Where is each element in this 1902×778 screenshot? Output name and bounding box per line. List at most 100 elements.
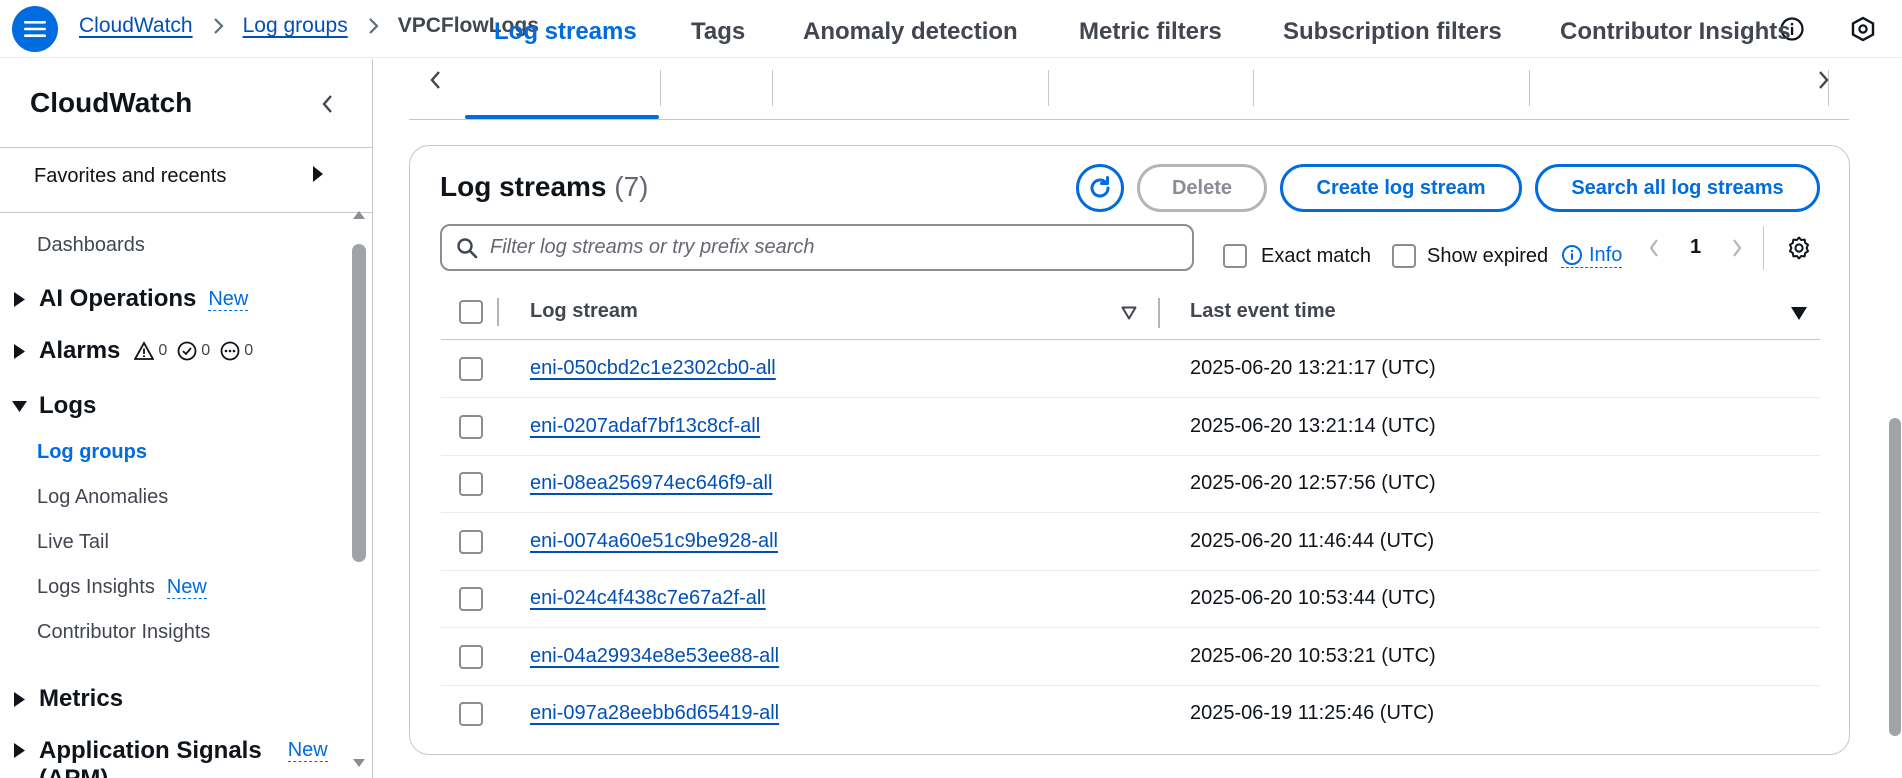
last-event-time: 2025-06-20 13:21:17 (UTC) bbox=[1190, 357, 1436, 379]
current-page-number[interactable]: 1 bbox=[1690, 236, 1701, 259]
caret-down-icon bbox=[10, 400, 28, 412]
sidebar-item-log-groups[interactable]: Log groups bbox=[37, 441, 147, 464]
sort-triangle-outline-icon[interactable] bbox=[1119, 303, 1139, 323]
ellipsis-circle-icon bbox=[220, 341, 240, 361]
sidebar-title: CloudWatch bbox=[30, 87, 193, 118]
table-row: eni-050cbd2c1e2302cb0-all 2025-06-20 13:… bbox=[441, 341, 1820, 398]
sidebar-section-label-group: Application Signals (APM) bbox=[39, 737, 262, 778]
menu-icon[interactable] bbox=[12, 6, 58, 52]
sidebar-section-label: Application Signals bbox=[39, 737, 262, 764]
sidebar-section-label: Metrics bbox=[39, 685, 124, 712]
sidebar-item-log-anomalies[interactable]: Log Anomalies bbox=[37, 486, 168, 509]
caret-right-icon bbox=[10, 343, 28, 359]
table-row: eni-0207adaf7bf13c8cf-all 2025-06-20 13:… bbox=[441, 399, 1820, 456]
chevron-right-icon[interactable] bbox=[1808, 64, 1840, 96]
log-stream-link[interactable]: eni-0074a60e51c9be928-all bbox=[530, 530, 778, 553]
last-event-time: 2025-06-20 10:53:21 (UTC) bbox=[1190, 645, 1436, 667]
warning-triangle-icon bbox=[134, 341, 155, 360]
show-expired-label: Show expired bbox=[1427, 245, 1549, 267]
refresh-button[interactable] bbox=[1076, 164, 1124, 212]
row-checkbox[interactable] bbox=[459, 472, 483, 496]
filter-field[interactable] bbox=[440, 224, 1194, 271]
sidebar-item-contributor-insights[interactable]: Contributor Insights bbox=[37, 621, 210, 644]
log-stream-link[interactable]: eni-08ea256974ec646f9-all bbox=[530, 472, 772, 495]
caret-right-icon bbox=[10, 691, 28, 707]
table-row: eni-0074a60e51c9be928-all 2025-06-20 11:… bbox=[441, 514, 1820, 571]
tab-log-streams[interactable]: Log streams bbox=[494, 4, 637, 59]
row-checkbox[interactable] bbox=[459, 530, 483, 554]
delete-button[interactable]: Delete bbox=[1137, 164, 1267, 212]
tab-subscription-filters[interactable]: Subscription filters bbox=[1283, 4, 1502, 59]
row-checkbox[interactable] bbox=[459, 587, 483, 611]
log-stream-link[interactable]: eni-0207adaf7bf13c8cf-all bbox=[530, 415, 760, 438]
last-event-time: 2025-06-20 12:57:56 (UTC) bbox=[1190, 472, 1436, 494]
new-badge[interactable]: New bbox=[208, 288, 249, 311]
next-page-chevron-icon[interactable] bbox=[1724, 235, 1750, 261]
tab-divider bbox=[1253, 70, 1254, 106]
row-checkbox[interactable] bbox=[459, 415, 483, 439]
previous-page-chevron-icon[interactable] bbox=[1641, 235, 1667, 261]
search-all-log-streams-button[interactable]: Search all log streams bbox=[1535, 164, 1820, 212]
column-header-log-stream[interactable]: Log stream bbox=[530, 300, 638, 323]
sort-descending-icon[interactable] bbox=[1789, 303, 1809, 323]
panel-count: (7) bbox=[614, 171, 649, 202]
tab-metric-filters[interactable]: Metric filters bbox=[1079, 4, 1222, 59]
sidebar-section-logs[interactable]: Logs bbox=[10, 392, 96, 420]
new-badge[interactable]: New bbox=[166, 576, 207, 599]
log-stream-link[interactable]: eni-04a29934e8e53ee88-all bbox=[530, 645, 779, 668]
chevron-left-icon[interactable] bbox=[313, 90, 341, 118]
sidebar-section-alarms[interactable]: Alarms 0 0 0 bbox=[10, 337, 253, 365]
refresh-icon bbox=[1090, 176, 1110, 198]
sidebar-section-metrics[interactable]: Metrics bbox=[10, 685, 123, 713]
chevron-right-icon bbox=[213, 17, 225, 35]
scroll-up-arrow-icon[interactable] bbox=[353, 211, 365, 219]
sidebar-section-label: Alarms bbox=[39, 337, 121, 364]
filter-input[interactable] bbox=[490, 236, 1170, 259]
log-stream-link[interactable]: eni-024c4f438c7e67a2f-all bbox=[530, 587, 766, 610]
caret-right-icon bbox=[312, 165, 324, 188]
sidebar-item-live-tail[interactable]: Live Tail bbox=[37, 531, 109, 554]
tab-divider bbox=[1048, 70, 1049, 106]
alarm-count-insufficient: 0 bbox=[244, 342, 254, 359]
hexagon-settings-icon[interactable] bbox=[1848, 14, 1878, 44]
exact-match-checkbox[interactable] bbox=[1223, 244, 1247, 268]
caret-right-icon bbox=[10, 743, 28, 758]
sidebar-scrollbar-thumb[interactable] bbox=[352, 244, 366, 562]
sidebar-item-logs-insights[interactable]: Logs Insights New bbox=[37, 576, 207, 599]
row-checkbox[interactable] bbox=[459, 357, 483, 381]
favorites-and-recents[interactable]: Favorites and recents bbox=[34, 165, 324, 188]
sidebar-section-ai-operations[interactable]: AI Operations New bbox=[10, 285, 249, 313]
page-scrollbar-thumb[interactable] bbox=[1889, 418, 1901, 736]
tab-divider bbox=[772, 70, 773, 106]
divider bbox=[0, 147, 372, 148]
tab-bar bbox=[409, 59, 1849, 120]
side-navigation: CloudWatch Favorites and recents Dashboa… bbox=[0, 59, 373, 778]
tab-anomaly-detection[interactable]: Anomaly detection bbox=[803, 4, 1018, 59]
sidebar-section-application-signals[interactable]: Application Signals (APM) New bbox=[10, 737, 328, 778]
row-checkbox[interactable] bbox=[459, 645, 483, 669]
scroll-down-arrow-icon[interactable] bbox=[353, 759, 365, 767]
breadcrumb-log-groups[interactable]: Log groups bbox=[243, 14, 348, 38]
gear-icon[interactable] bbox=[1784, 233, 1814, 263]
breadcrumb-cloudwatch[interactable]: CloudWatch bbox=[79, 14, 193, 38]
last-event-time: 2025-06-20 13:21:14 (UTC) bbox=[1190, 415, 1436, 437]
tab-divider bbox=[660, 70, 661, 106]
show-expired-checkbox[interactable] bbox=[1392, 244, 1416, 268]
row-checkbox[interactable] bbox=[459, 702, 483, 726]
chevron-left-icon[interactable] bbox=[419, 64, 451, 96]
table-row: eni-08ea256974ec646f9-all 2025-06-20 12:… bbox=[441, 456, 1820, 513]
column-divider[interactable] bbox=[1158, 298, 1160, 328]
sidebar-section-label-cont: (APM) bbox=[39, 765, 262, 778]
divider bbox=[0, 212, 372, 213]
log-stream-link[interactable]: eni-050cbd2c1e2302cb0-all bbox=[530, 357, 776, 380]
info-link[interactable]: Info bbox=[1561, 243, 1623, 268]
log-stream-link[interactable]: eni-097a28eebb6d65419-all bbox=[530, 702, 779, 725]
select-all-checkbox[interactable] bbox=[459, 300, 483, 324]
panel-title: Log streams (7) bbox=[440, 171, 649, 203]
tab-contributor-insights[interactable]: Contributor Insights bbox=[1560, 4, 1791, 59]
create-log-stream-button[interactable]: Create log stream bbox=[1280, 164, 1522, 212]
tab-tags[interactable]: Tags bbox=[691, 4, 745, 59]
sidebar-item-dashboards[interactable]: Dashboards bbox=[37, 234, 145, 257]
new-badge[interactable]: New bbox=[287, 739, 328, 762]
column-header-last-event-time[interactable]: Last event time bbox=[1190, 300, 1336, 323]
